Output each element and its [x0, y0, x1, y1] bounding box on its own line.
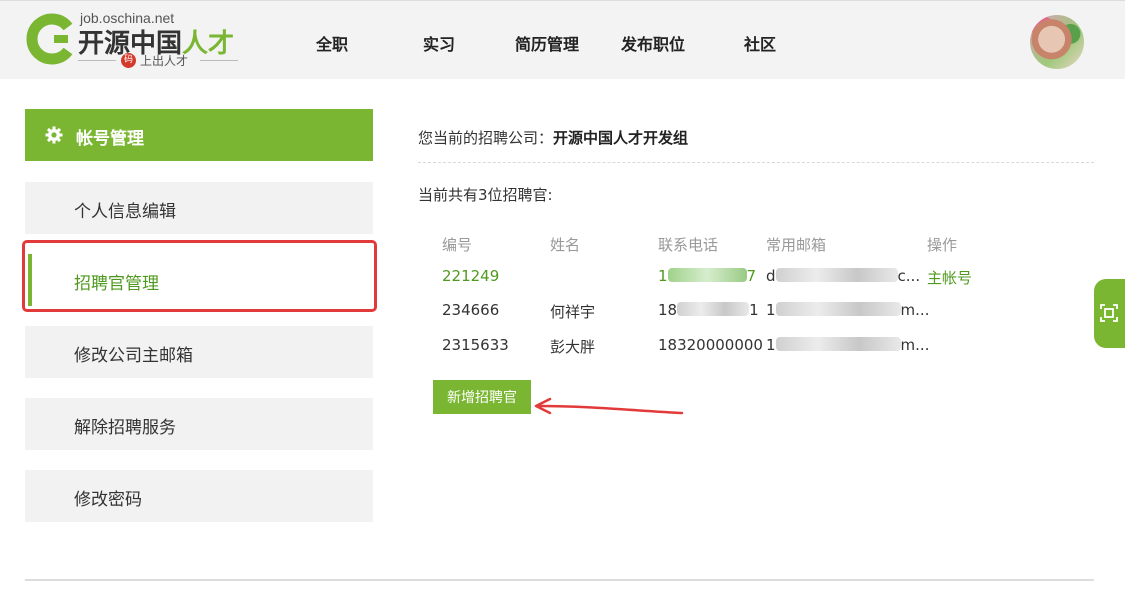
top-header: job.oschina.net 开源中国人才 码 上出人才 全职 实习 简历管理…	[0, 0, 1125, 79]
cell-id: 234666	[442, 301, 500, 319]
column-header-email: 常用邮箱	[766, 236, 827, 254]
qr-scan-icon	[1100, 304, 1118, 322]
slogan-divider-left	[78, 60, 116, 61]
nav-internship[interactable]: 实习	[423, 31, 455, 55]
slogan-text: 上出人才	[140, 54, 189, 68]
sidebar-heading: 帐号管理	[25, 109, 373, 161]
qr-code-tab[interactable]	[1094, 279, 1125, 348]
gear-icon	[45, 126, 63, 144]
sidebar-item-label: 个人信息编辑	[74, 202, 176, 222]
redacted-phone	[667, 268, 747, 282]
column-header-action: 操作	[927, 236, 958, 254]
cell-email: d c...	[766, 267, 920, 285]
cell-phone: 17	[658, 267, 756, 285]
phone-visible-suffix: 7	[746, 267, 757, 285]
nav-resume-management[interactable]: 简历管理	[515, 31, 579, 55]
phone-visible-prefix: 1	[658, 267, 668, 285]
nav-post-job[interactable]: 发布职位	[621, 31, 685, 55]
column-header-id: 编号	[442, 236, 473, 254]
email-visible-suffix: m...	[900, 301, 930, 319]
sidebar-item-label: 解除招聘服务	[74, 418, 176, 438]
cell-id: 221249	[442, 267, 500, 285]
user-avatar[interactable]	[1030, 15, 1084, 69]
logo-slogan: 码 上出人才	[78, 52, 238, 68]
company-name: 开源中国人才开发组	[553, 129, 689, 147]
slogan-divider-right	[200, 60, 238, 61]
footer-divider	[25, 579, 1094, 581]
annotation-highlight-box	[22, 240, 377, 312]
annotation-arrow-icon	[534, 397, 684, 415]
cell-name: 何祥宇	[550, 303, 596, 321]
main-account-link[interactable]: 主帐号	[927, 267, 972, 288]
add-recruiter-button[interactable]: 新增招聘官	[433, 380, 531, 414]
cell-email: 1 m...	[766, 336, 929, 354]
redacted-phone	[677, 302, 750, 316]
sidebar-item-profile-edit[interactable]: 个人信息编辑	[25, 182, 373, 234]
email-visible-suffix: c...	[897, 267, 921, 285]
page: job.oschina.net 开源中国人才 码 上出人才 全职 实习 简历管理…	[0, 0, 1125, 589]
cell-name: 彭大胖	[550, 338, 596, 356]
cell-phone: 18 1	[658, 301, 759, 319]
company-prefix: 您当前的招聘公司：	[418, 129, 554, 147]
logo-c-icon	[26, 13, 73, 65]
site-logo[interactable]: job.oschina.net 开源中国人才 码 上出人才	[24, 9, 254, 71]
phone-visible-prefix: 18	[658, 301, 678, 319]
cell-email: 1 m...	[766, 301, 929, 319]
recruiter-count: 当前共有3位招聘官:	[418, 186, 553, 204]
sidebar-item-label: 修改公司主邮箱	[74, 346, 193, 366]
sidebar-item-change-company-email[interactable]: 修改公司主邮箱	[25, 326, 373, 378]
redacted-email	[775, 268, 898, 282]
cell-id: 2315633	[442, 336, 509, 354]
cell-phone: 18320000000	[658, 336, 763, 354]
redacted-email	[775, 302, 901, 316]
sidebar-heading-label: 帐号管理	[76, 129, 144, 149]
sidebar-item-label: 修改密码	[74, 490, 142, 510]
sidebar-item-cancel-service[interactable]: 解除招聘服务	[25, 398, 373, 450]
redacted-email	[775, 337, 901, 351]
nav-fulltime[interactable]: 全职	[316, 31, 348, 55]
email-visible-prefix: 1	[766, 301, 776, 319]
phone-visible-suffix: 1	[749, 301, 759, 319]
email-visible-suffix: m...	[900, 336, 930, 354]
nav-community[interactable]: 社区	[744, 31, 776, 55]
column-header-name: 姓名	[550, 236, 581, 254]
column-header-phone: 联系电话	[658, 236, 719, 254]
seal-icon: 码	[121, 53, 136, 68]
current-company: 您当前的招聘公司：开源中国人才开发组	[418, 127, 688, 148]
sidebar-item-change-password[interactable]: 修改密码	[25, 470, 373, 522]
email-visible-prefix: d	[766, 267, 776, 285]
email-visible-prefix: 1	[766, 336, 776, 354]
dashed-divider	[418, 162, 1094, 163]
